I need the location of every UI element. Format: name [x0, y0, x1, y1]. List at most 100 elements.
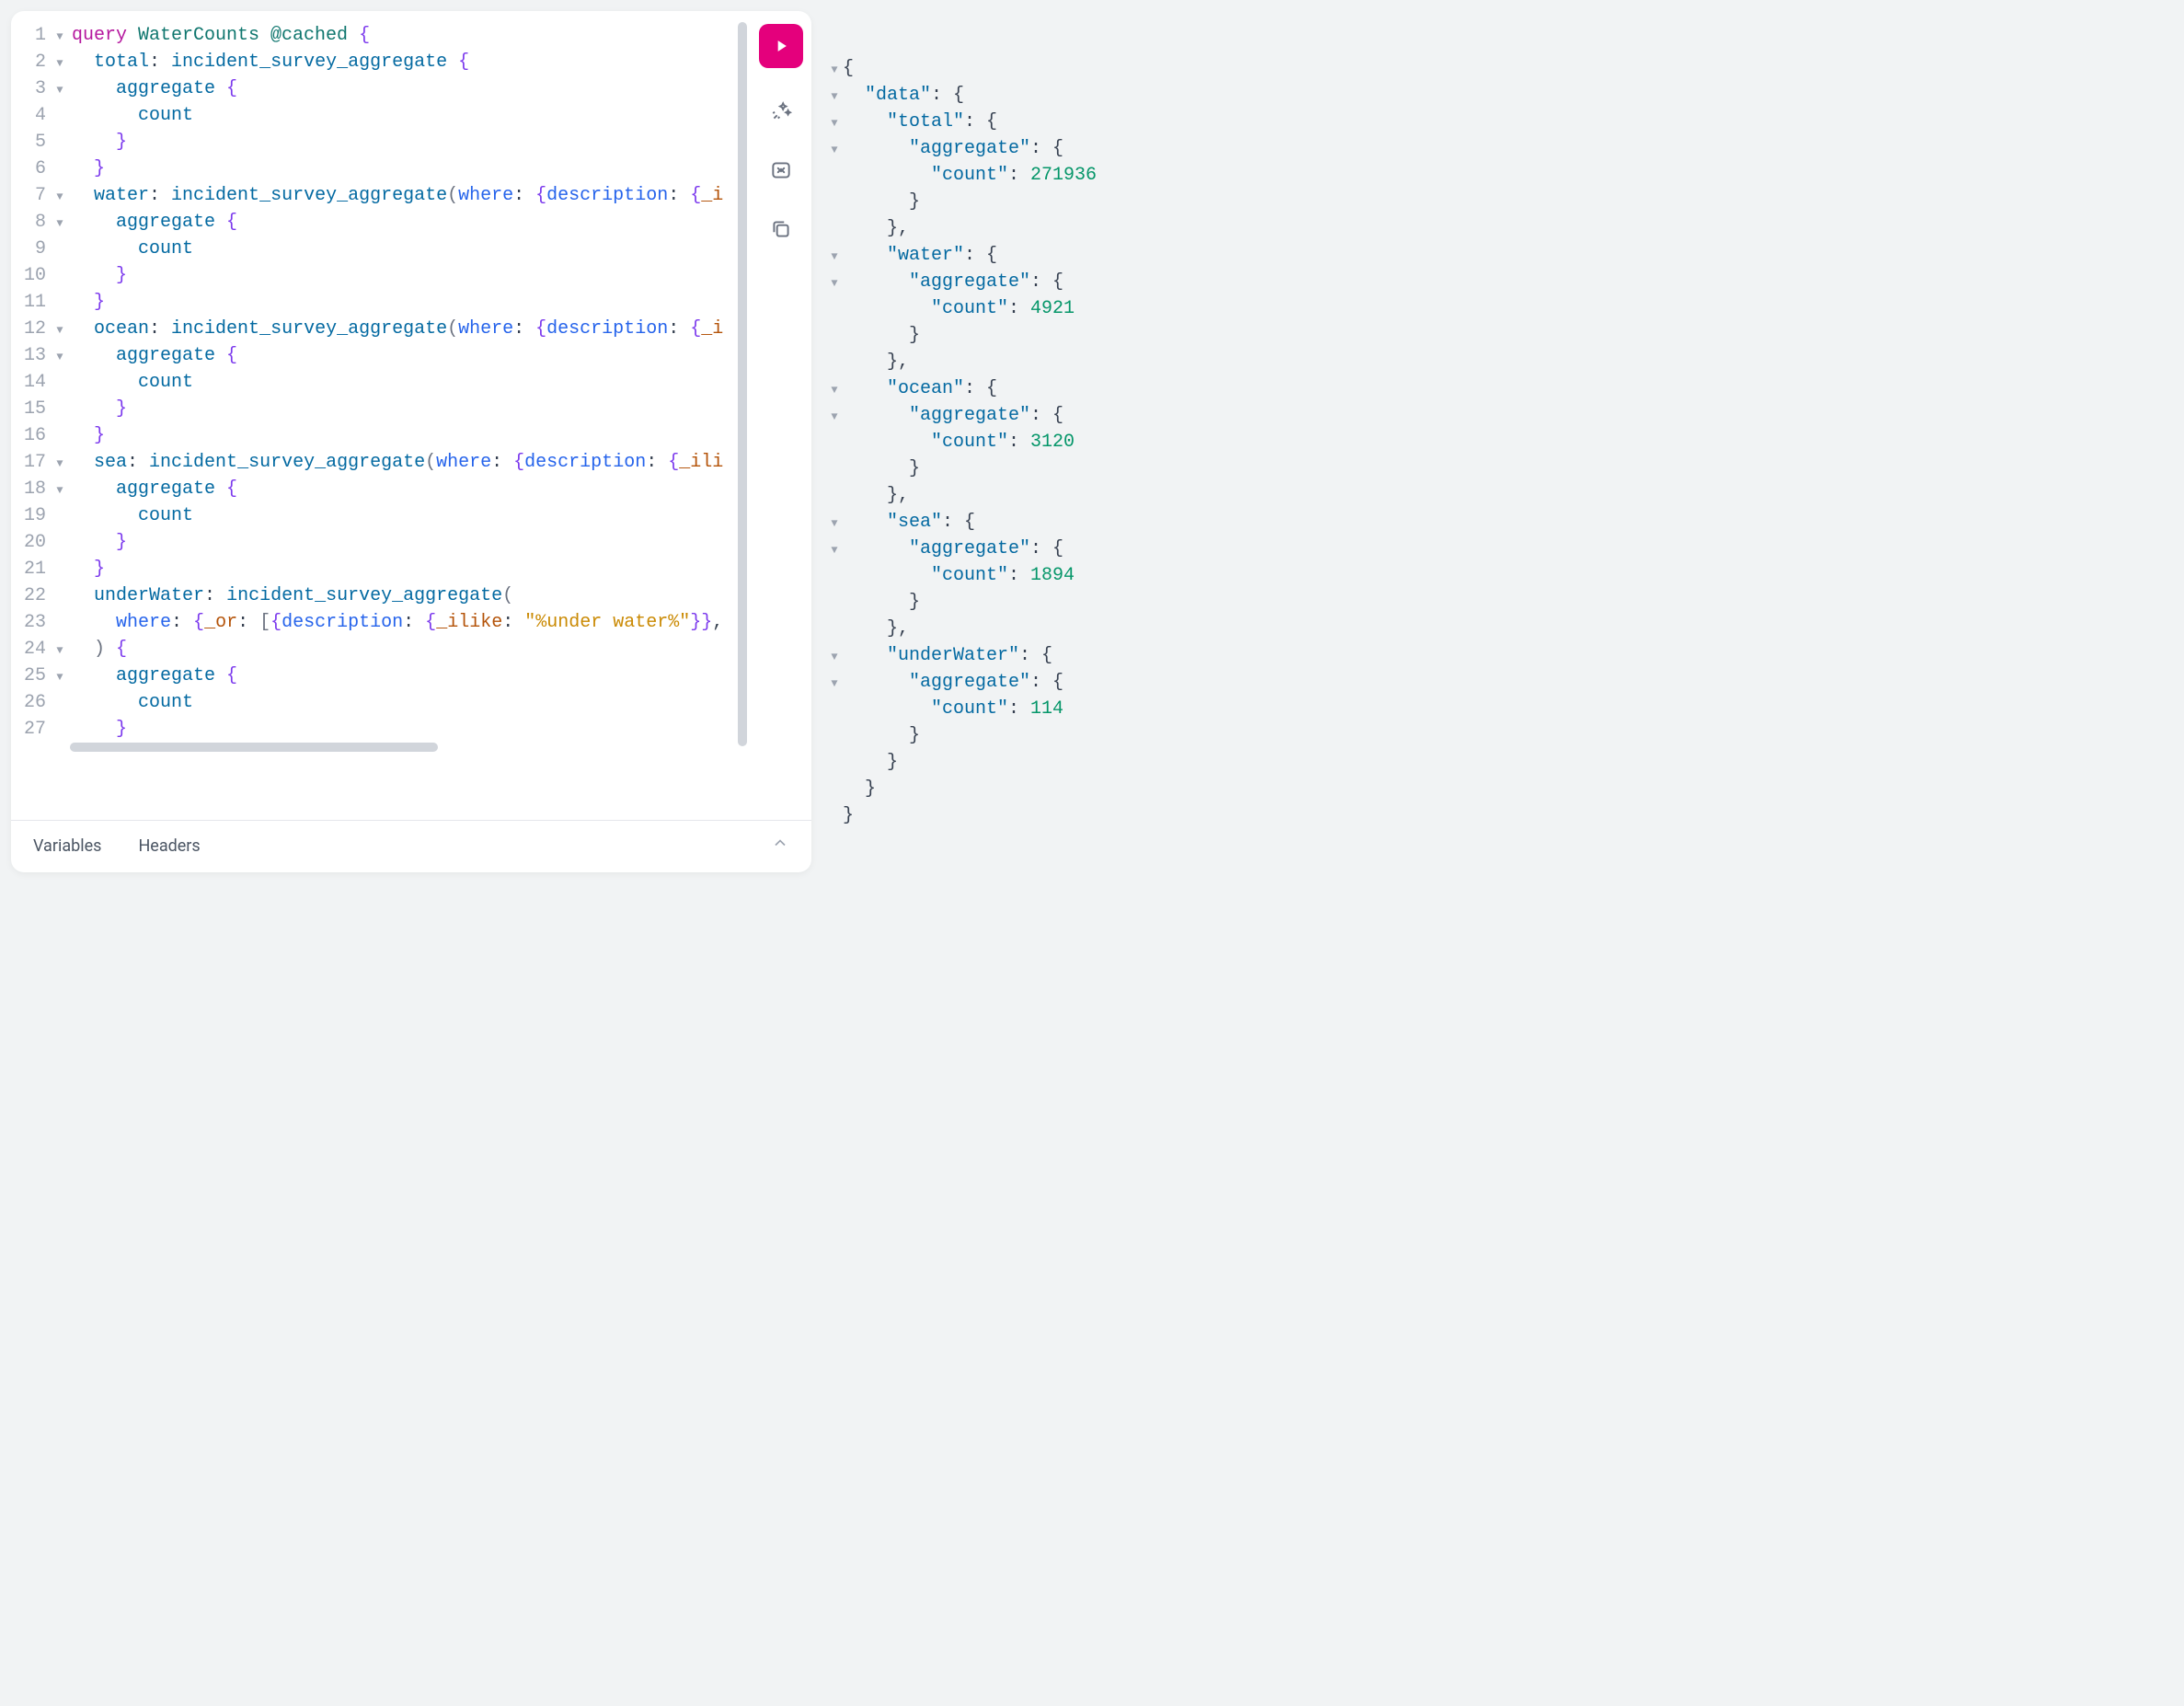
editor-line[interactable]: 15 }	[11, 396, 738, 422]
editor-line[interactable]: 20 }	[11, 529, 738, 556]
editor-line[interactable]: 27 }	[11, 716, 738, 743]
code-content: }	[68, 716, 738, 743]
fold-toggle[interactable]	[52, 29, 68, 45]
fold-toggle[interactable]	[826, 409, 843, 425]
result-line: }	[826, 776, 2173, 802]
line-number: 24	[11, 636, 52, 663]
editor-line[interactable]: 19 count	[11, 502, 738, 529]
editor-line[interactable]: 16 }	[11, 422, 738, 449]
vertical-scrollbar[interactable]	[738, 22, 747, 809]
editor-line[interactable]: 4 count	[11, 102, 738, 129]
fold-toggle[interactable]	[826, 249, 843, 265]
editor-line[interactable]: 23 where: {_or: [{description: {_ilike: …	[11, 609, 738, 636]
merge-fragments-button[interactable]	[765, 155, 797, 186]
editor-line[interactable]: 22 underWater: incident_survey_aggregate…	[11, 582, 738, 609]
fold-toggle[interactable]	[826, 676, 843, 692]
editor-line[interactable]: 17 sea: incident_survey_aggregate(where:…	[11, 449, 738, 476]
fold-toggle[interactable]	[52, 56, 68, 72]
editor-line[interactable]: 21 }	[11, 556, 738, 582]
fold-toggle[interactable]	[826, 89, 843, 105]
fold-toggle[interactable]	[52, 350, 68, 365]
result-line: "aggregate": {	[826, 536, 2173, 562]
code-content: aggregate {	[68, 209, 738, 236]
fold-toggle[interactable]	[826, 650, 843, 665]
result-line: "sea": {	[826, 509, 2173, 536]
line-number: 10	[11, 262, 52, 289]
horizontal-scrollbar[interactable]	[70, 743, 727, 752]
code-content: water: incident_survey_aggregate(where: …	[68, 182, 738, 209]
code-content: }	[68, 156, 738, 182]
result-viewer[interactable]: { "data": { "total": { "aggregate": { "c…	[826, 55, 2173, 829]
fold-toggle[interactable]	[826, 143, 843, 158]
magic-wand-icon	[769, 99, 793, 123]
result-line: "data": {	[826, 82, 2173, 109]
editor-line[interactable]: 14 count	[11, 369, 738, 396]
result-line: },	[826, 482, 2173, 509]
code-content: ocean: incident_survey_aggregate(where: …	[68, 316, 738, 342]
result-line: }	[826, 722, 2173, 749]
line-number: 22	[11, 582, 52, 609]
line-number: 21	[11, 556, 52, 582]
editor-line[interactable]: 11 }	[11, 289, 738, 316]
editor-line[interactable]: 5 }	[11, 129, 738, 156]
fold-toggle[interactable]	[52, 83, 68, 98]
result-line: },	[826, 215, 2173, 242]
fold-toggle[interactable]	[52, 643, 68, 659]
editor-line[interactable]: 9 count	[11, 236, 738, 262]
result-line: "count": 4921	[826, 295, 2173, 322]
editor-line[interactable]: 26 count	[11, 689, 738, 716]
expand-bottom-panel-button[interactable]	[771, 834, 789, 859]
fold-toggle[interactable]	[52, 483, 68, 499]
fold-toggle[interactable]	[52, 323, 68, 339]
prettify-button[interactable]	[765, 96, 797, 127]
fold-toggle[interactable]	[826, 116, 843, 132]
result-content: "aggregate": {	[843, 269, 1063, 295]
code-content: aggregate {	[68, 75, 738, 102]
code-content: }	[68, 262, 738, 289]
editor-line[interactable]: 7 water: incident_survey_aggregate(where…	[11, 182, 738, 209]
result-line: },	[826, 616, 2173, 642]
result-content: }	[843, 322, 920, 349]
merge-fragments-icon	[769, 158, 793, 182]
result-line: "total": {	[826, 109, 2173, 135]
editor-line[interactable]: 24 ) {	[11, 636, 738, 663]
editor-line[interactable]: 13 aggregate {	[11, 342, 738, 369]
fold-toggle[interactable]	[52, 190, 68, 205]
line-number: 1	[11, 22, 52, 49]
result-content: }	[843, 722, 920, 749]
editor-line[interactable]: 3 aggregate {	[11, 75, 738, 102]
editor-line[interactable]: 10 }	[11, 262, 738, 289]
fold-toggle[interactable]	[826, 63, 843, 78]
editor-line[interactable]: 8 aggregate {	[11, 209, 738, 236]
editor-line[interactable]: 18 aggregate {	[11, 476, 738, 502]
fold-toggle[interactable]	[52, 670, 68, 686]
line-number: 16	[11, 422, 52, 449]
result-line: "count": 114	[826, 696, 2173, 722]
result-content: "count": 1894	[843, 562, 1075, 589]
line-number: 7	[11, 182, 52, 209]
editor-line[interactable]: 6 }	[11, 156, 738, 182]
execute-button[interactable]	[759, 24, 803, 68]
editor-line[interactable]: 2 total: incident_survey_aggregate {	[11, 49, 738, 75]
tab-variables[interactable]: Variables	[33, 835, 101, 859]
fold-toggle[interactable]	[826, 516, 843, 532]
result-content: "data": {	[843, 82, 964, 109]
query-panel: 1query WaterCounts @cached {2 total: inc…	[11, 11, 811, 872]
result-line: "underWater": {	[826, 642, 2173, 669]
editor-line[interactable]: 12 ocean: incident_survey_aggregate(wher…	[11, 316, 738, 342]
fold-toggle[interactable]	[826, 276, 843, 292]
vertical-scrollbar-thumb[interactable]	[738, 22, 747, 746]
tab-headers[interactable]: Headers	[138, 835, 200, 859]
fold-toggle[interactable]	[826, 543, 843, 559]
copy-button[interactable]	[765, 213, 797, 245]
fold-toggle[interactable]	[826, 383, 843, 398]
editor-line[interactable]: 1query WaterCounts @cached {	[11, 22, 738, 49]
horizontal-scrollbar-thumb[interactable]	[70, 743, 438, 752]
query-editor[interactable]: 1query WaterCounts @cached {2 total: inc…	[11, 11, 738, 820]
editor-bottom-bar: Variables Headers	[11, 820, 811, 872]
line-number: 4	[11, 102, 52, 129]
editor-line[interactable]: 25 aggregate {	[11, 663, 738, 689]
fold-toggle[interactable]	[52, 216, 68, 232]
fold-toggle[interactable]	[52, 456, 68, 472]
line-number: 3	[11, 75, 52, 102]
